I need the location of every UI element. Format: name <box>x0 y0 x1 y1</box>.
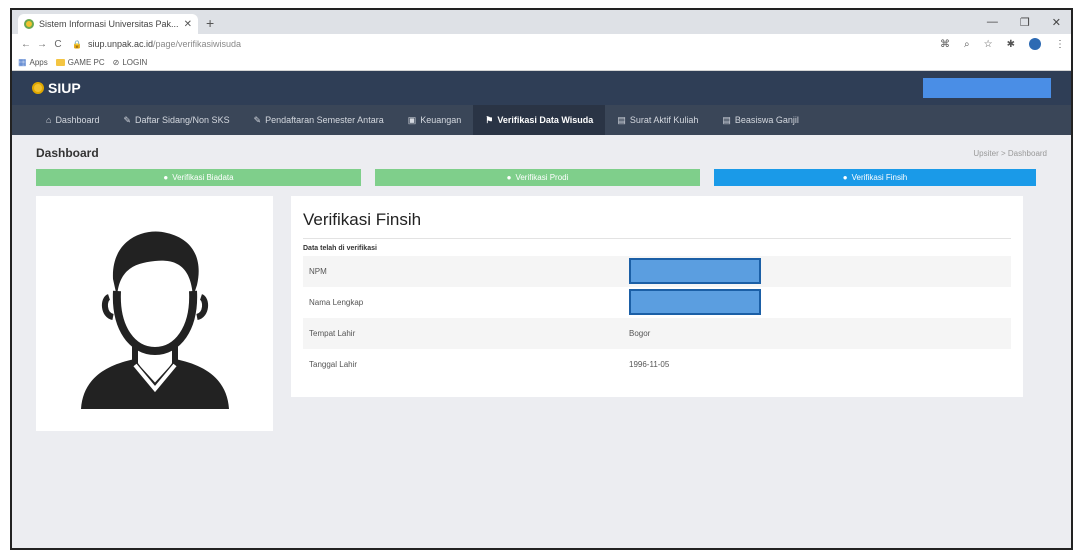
nav-daftar-sidang[interactable]: ✎ Daftar Sidang/Non SKS <box>111 105 241 135</box>
redacted-value <box>629 288 761 315</box>
nav-label: Dashboard <box>55 115 100 125</box>
app-logo[interactable]: SIUP <box>32 80 81 96</box>
tab-title: Sistem Informasi Universitas Pak... <box>39 19 179 29</box>
row-value <box>623 287 1011 318</box>
nav-label: Pendaftaran Semester Antara <box>265 115 384 125</box>
table-row: Nama Lengkap <box>303 287 1011 318</box>
logo-icon <box>32 82 44 94</box>
bookmark-label: LOGIN <box>122 57 148 67</box>
url-host: siup.unpak.ac.id <box>87 39 154 49</box>
main-nav: ⌂ Dashboard ✎ Daftar Sidang/Non SKS ✎ Pe… <box>12 105 1071 135</box>
step-label: Verifikasi Prodi <box>515 173 569 182</box>
bookmark-game-pc[interactable]: GAME PC <box>55 57 105 67</box>
student-data-table: NPM Nama Lengkap Tempat Lahir Bogor Tang… <box>303 256 1011 380</box>
row-value: 1996-11-05 <box>629 360 670 369</box>
bookmark-apps[interactable]: ▦ Apps <box>18 57 48 68</box>
step-verifikasi-prodi[interactable]: ● Verifikasi Prodi <box>375 169 700 186</box>
row-value <box>623 256 1011 287</box>
step-verifikasi-finsih[interactable]: ● Verifikasi Finsih <box>714 169 1036 186</box>
new-tab-icon[interactable]: + <box>206 15 214 31</box>
breadcrumb[interactable]: Upsiter > Dashboard <box>973 149 1047 158</box>
user-menu-redacted[interactable] <box>923 78 1051 98</box>
apps-grid-icon: ▦ <box>18 56 27 67</box>
graduation-icon: ⚑ <box>485 114 494 125</box>
app-header: SIUP <box>12 71 1071 105</box>
row-value: Bogor <box>629 329 651 338</box>
check-circle-icon: ● <box>842 173 848 182</box>
url-field[interactable]: 🔒 siup.unpak.ac.id /page/verifikasiwisud… <box>72 39 241 49</box>
row-label: Nama Lengkap <box>309 298 364 307</box>
check-circle-icon: ● <box>163 173 169 182</box>
nav-beasiswa-ganjil[interactable]: ▤ Beasiswa Ganjil <box>710 105 811 135</box>
row-label: Tanggal Lahir <box>309 360 358 369</box>
zoom-icon[interactable]: ⌕ <box>964 39 970 50</box>
extensions-icon[interactable]: ✱ <box>1007 39 1015 50</box>
redacted-value <box>629 257 761 284</box>
money-icon: ▣ <box>407 114 417 125</box>
profile-photo-card <box>36 196 273 431</box>
default-avatar-icon <box>80 231 229 409</box>
forward-icon[interactable]: → <box>34 39 50 50</box>
pin-icon: ✎ <box>123 114 132 125</box>
nav-surat-aktif-kuliah[interactable]: ▤ Surat Aktif Kuliah <box>605 105 710 135</box>
address-bar-row: ← → C 🔒 siup.unpak.ac.id /page/verifikas… <box>12 34 1071 54</box>
bookmark-label: Apps <box>29 57 48 67</box>
nav-label: Daftar Sidang/Non SKS <box>135 115 230 125</box>
browser-tab[interactable]: Sistem Informasi Universitas Pak... ✕ <box>18 14 198 34</box>
nav-label: Verifikasi Data Wisuda <box>497 115 594 125</box>
verification-steps: ● Verifikasi Biadata ● Verifikasi Prodi … <box>36 169 1047 186</box>
window-close-icon[interactable]: ✕ <box>1052 16 1061 29</box>
divider <box>303 238 1011 239</box>
verification-card: Verifikasi Finsih Data telah di verifika… <box>291 196 1023 397</box>
document-icon: ▤ <box>722 114 731 125</box>
row-label: NPM <box>309 267 327 276</box>
check-circle-icon: ● <box>506 173 512 182</box>
bookmark-star-icon[interactable]: ☆ <box>984 39 993 50</box>
minimize-icon[interactable]: — <box>987 16 998 29</box>
nav-keuangan[interactable]: ▣ Keuangan <box>396 105 474 135</box>
nav-semester-antara[interactable]: ✎ Pendaftaran Semester Antara <box>242 105 396 135</box>
main-content: Dashboard Upsiter > Dashboard ● Verifika… <box>12 135 1071 431</box>
table-row: Tempat Lahir Bogor <box>303 318 1011 349</box>
verification-title: Verifikasi Finsih <box>303 210 422 229</box>
home-icon: ⌂ <box>46 115 52 125</box>
nav-label: Beasiswa Ganjil <box>734 115 799 125</box>
reload-icon[interactable]: C <box>50 39 66 50</box>
site-favicon-icon <box>24 19 34 29</box>
verification-subtitle: Data telah di verifikasi <box>303 245 377 252</box>
lock-icon: 🔒 <box>72 39 82 49</box>
document-icon: ▤ <box>617 114 626 125</box>
globe-icon: ⊘ <box>112 57 120 67</box>
step-label: Verifikasi Finsih <box>851 173 908 182</box>
nav-dashboard[interactable]: ⌂ Dashboard <box>34 105 111 135</box>
translate-icon[interactable]: ⌘ <box>940 39 950 50</box>
menu-icon[interactable]: ⋮ <box>1055 39 1065 50</box>
tab-bar: Sistem Informasi Universitas Pak... ✕ + … <box>12 10 1071 34</box>
url-path: /page/verifikasiwisuda <box>153 39 242 49</box>
step-verifikasi-biadata[interactable]: ● Verifikasi Biadata <box>36 169 361 186</box>
nav-label: Keuangan <box>420 115 462 125</box>
table-row: Tanggal Lahir 1996-11-05 <box>303 349 1011 380</box>
nav-verifikasi-wisuda[interactable]: ⚑ Verifikasi Data Wisuda <box>473 105 606 135</box>
back-icon[interactable]: ← <box>18 39 34 50</box>
app-name: SIUP <box>48 80 81 96</box>
nav-label: Surat Aktif Kuliah <box>629 115 699 125</box>
bookmark-label: GAME PC <box>67 57 105 67</box>
page-title: Dashboard <box>36 146 99 160</box>
bookmark-login[interactable]: ⊘ LOGIN <box>113 58 148 67</box>
table-row: NPM <box>303 256 1011 287</box>
bookmarks-bar: ▦ Apps GAME PC ⊘ LOGIN <box>12 54 1071 71</box>
row-label: Tempat Lahir <box>309 329 356 338</box>
maximize-icon[interactable]: ❐ <box>1020 16 1030 29</box>
pin-icon: ✎ <box>253 114 262 125</box>
browser-window: Sistem Informasi Universitas Pak... ✕ + … <box>10 8 1073 550</box>
folder-icon <box>55 58 65 66</box>
profile-icon[interactable] <box>1029 38 1041 50</box>
step-label: Verifikasi Biadata <box>172 173 234 182</box>
close-icon[interactable]: ✕ <box>184 19 192 30</box>
